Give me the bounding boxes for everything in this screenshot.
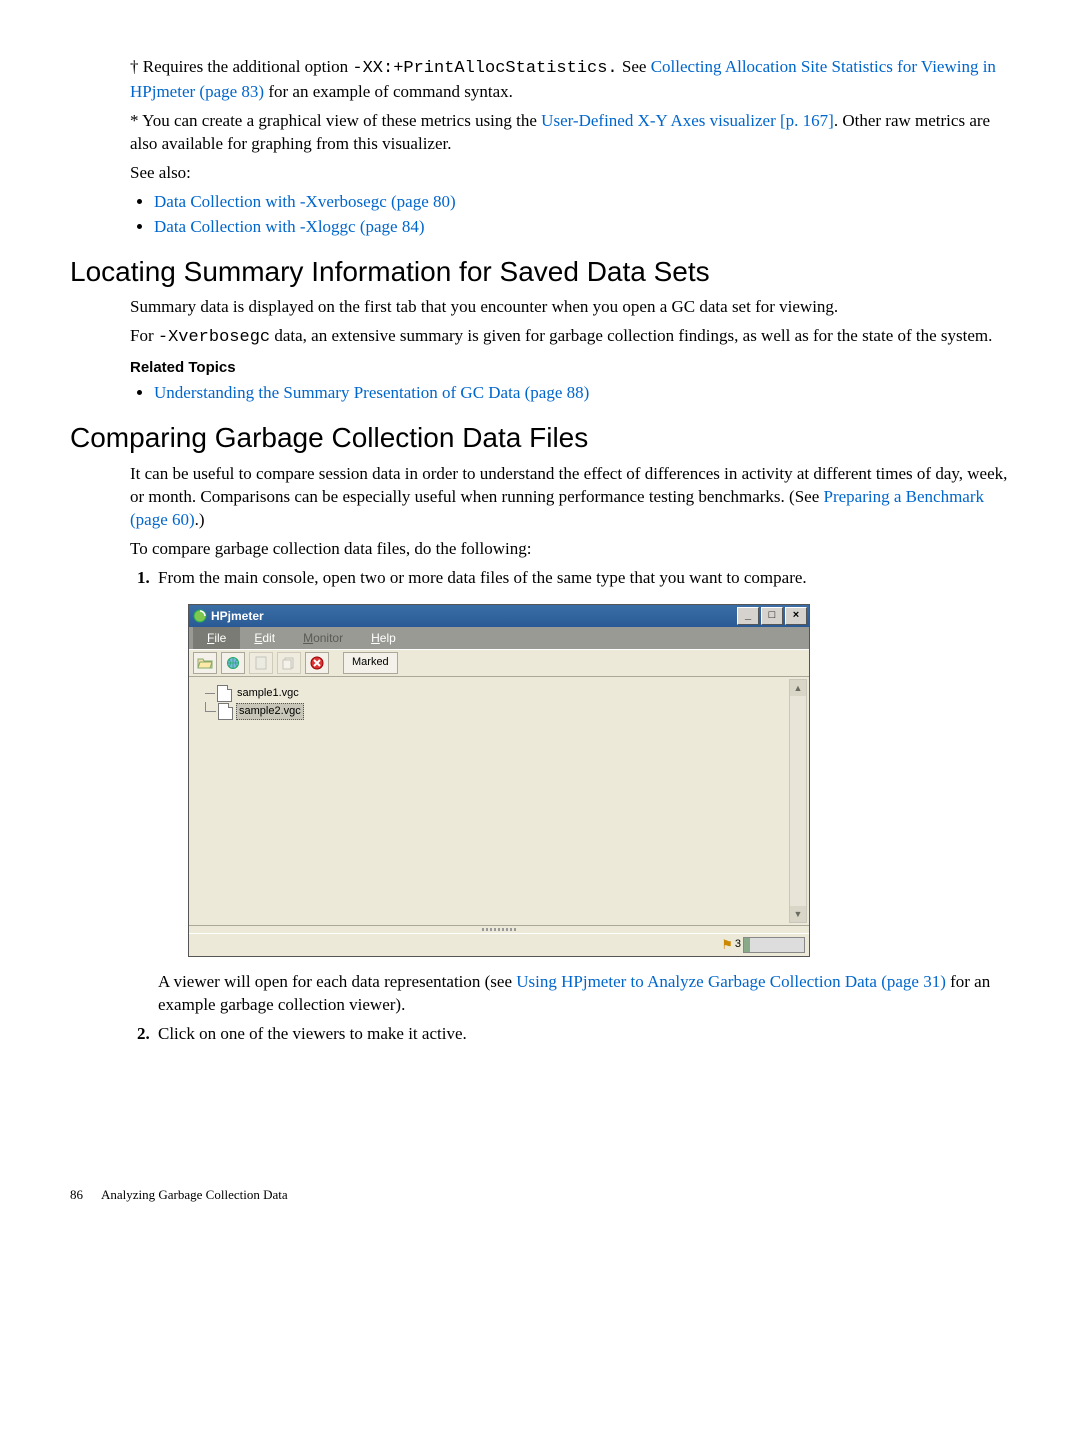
step-2: Click on one of the viewers to make it a… (154, 1023, 1010, 1046)
menu-label: dit (262, 631, 275, 645)
footnote-star: * You can create a graphical view of the… (130, 110, 1010, 156)
step-text: Click on one of the viewers to make it a… (158, 1024, 467, 1043)
link-using-hpjmeter[interactable]: Using HPjmeter to Analyze Garbage Collec… (516, 972, 946, 991)
heading-comparing-gc: Comparing Garbage Collection Data Files (70, 419, 1010, 457)
scroll-up-icon[interactable]: ▲ (790, 680, 806, 696)
stop-button[interactable] (305, 652, 329, 674)
grip-icon (482, 928, 516, 931)
scrollbar[interactable]: ▲ ▼ (789, 679, 807, 923)
page-footer: 86 Analyzing Garbage Collection Data (70, 1186, 1010, 1204)
step-1: From the main console, open two or more … (154, 567, 1010, 1017)
text: A viewer will open for each data represe… (158, 972, 516, 991)
paragraph: It can be useful to compare session data… (130, 463, 1010, 532)
flag-icon: ⚑ (721, 936, 733, 954)
menu-label: elp (380, 631, 396, 645)
footnote-dagger: † Requires the additional option -XX:+Pr… (130, 56, 1010, 104)
splitter[interactable] (189, 926, 809, 933)
minimize-button[interactable]: _ (737, 607, 759, 625)
text: data, an extensive summary is given for … (270, 326, 992, 345)
docs-icon (282, 656, 296, 670)
open-button[interactable] (193, 652, 217, 674)
heap-fill (744, 938, 750, 952)
status-count: 3 (735, 937, 741, 952)
close-button[interactable]: × (785, 607, 807, 625)
list-item: Data Collection with -Xverbosegc (page 8… (154, 191, 1010, 214)
menu-edit[interactable]: Edit (240, 627, 289, 649)
tree-item[interactable]: sample1.vgc (199, 685, 809, 703)
titlebar[interactable]: HPjmeter _ □ × (189, 605, 809, 627)
statusbar: ⚑ 3 (189, 933, 809, 956)
text: * You can create a graphical view of the… (130, 111, 541, 130)
menu-monitor: Monitor (289, 627, 357, 649)
menubar: File Edit Monitor Help (189, 627, 809, 649)
heap-meter (743, 937, 805, 953)
page-number: 86 (70, 1187, 83, 1202)
link-summary-presentation[interactable]: Understanding the Summary Presentation o… (154, 383, 589, 402)
tree-panel: sample1.vgc sample2.vgc ▲ ▼ (189, 677, 809, 926)
paragraph: For -Xverbosegc data, an extensive summa… (130, 325, 1010, 350)
related-topics-heading: Related Topics (130, 358, 1010, 378)
code-xverbosegc: -Xverbosegc (158, 328, 270, 347)
window-title: HPjmeter (211, 608, 737, 624)
app-icon (193, 609, 207, 623)
globe-icon (225, 656, 241, 670)
menu-label: ile (214, 631, 226, 645)
stop-icon (310, 656, 324, 670)
toolbar: Marked (189, 649, 809, 677)
text: .) (195, 510, 205, 529)
related-topics-list: Understanding the Summary Presentation o… (130, 382, 1010, 405)
list-item: Understanding the Summary Presentation o… (154, 382, 1010, 405)
marked-button[interactable]: Marked (343, 652, 398, 674)
file-icon (218, 703, 233, 720)
menu-file[interactable]: File (193, 627, 240, 649)
see-also-label: See also: (130, 162, 1010, 185)
scroll-down-icon[interactable]: ▼ (790, 906, 806, 922)
text: † Requires the additional option (130, 57, 352, 76)
text: See (618, 57, 651, 76)
footer-section: Analyzing Garbage Collection Data (101, 1187, 288, 1202)
toolbar-button-4 (277, 652, 301, 674)
step-text: From the main console, open two or more … (158, 568, 807, 587)
paragraph: To compare garbage collection data files… (130, 538, 1010, 561)
text: for an example of command syntax. (264, 82, 513, 101)
see-also-list: Data Collection with -Xverbosegc (page 8… (130, 191, 1010, 239)
maximize-button[interactable]: □ (761, 607, 783, 625)
folder-open-icon (197, 656, 213, 670)
tree-connector (205, 693, 215, 694)
tree-label: sample1.vgc (235, 686, 301, 701)
file-tree: sample1.vgc sample2.vgc (199, 685, 809, 721)
text: For (130, 326, 158, 345)
tree-item[interactable]: sample2.vgc (199, 703, 809, 721)
file-icon (217, 685, 232, 702)
steps-list: From the main console, open two or more … (130, 567, 1010, 1046)
step-tail: A viewer will open for each data represe… (158, 971, 1010, 1017)
heading-locating-summary: Locating Summary Information for Saved D… (70, 253, 1010, 291)
menu-help[interactable]: Help (357, 627, 410, 649)
menu-label: onitor (313, 631, 343, 645)
tree-connector (205, 702, 216, 712)
code-option: -XX:+PrintAllocStatistics. (352, 59, 617, 78)
list-item: Data Collection with -Xloggc (page 84) (154, 216, 1010, 239)
connect-button[interactable] (221, 652, 245, 674)
doc-icon (254, 656, 268, 670)
link-xloggc[interactable]: Data Collection with -Xloggc (page 84) (154, 217, 425, 236)
toolbar-button-3 (249, 652, 273, 674)
link-xy-visualizer[interactable]: User-Defined X-Y Axes visualizer [p. 167… (541, 111, 834, 130)
hpjmeter-window: HPjmeter _ □ × File Edit Monitor Help (188, 604, 810, 957)
paragraph: Summary data is displayed on the first t… (130, 296, 1010, 319)
tree-label-selected: sample2.vgc (236, 703, 304, 720)
link-xverbosegc[interactable]: Data Collection with -Xverbosegc (page 8… (154, 192, 456, 211)
